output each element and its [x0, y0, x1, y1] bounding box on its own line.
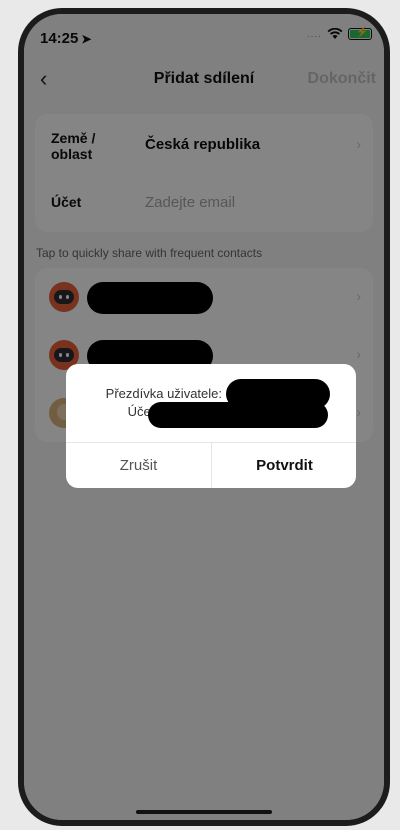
phone-frame: 14:25 ➤ .... ⚡ ‹ Přidat sdílení Dokončit …: [18, 8, 390, 826]
confirm-share-dialog: Přezdívka uživatele: Účet: Zrušit Potvrd…: [66, 364, 356, 488]
home-indicator[interactable]: [136, 810, 272, 814]
dialog-account-label: Účet:: [127, 404, 158, 419]
dialog-nickname-label: Přezdívka uživatele:: [105, 386, 222, 401]
confirm-button[interactable]: Potvrdit: [212, 443, 356, 488]
redacted-account: [148, 402, 328, 428]
app-screen: 14:25 ➤ .... ⚡ ‹ Přidat sdílení Dokončit …: [24, 14, 384, 820]
cancel-button[interactable]: Zrušit: [66, 443, 211, 488]
